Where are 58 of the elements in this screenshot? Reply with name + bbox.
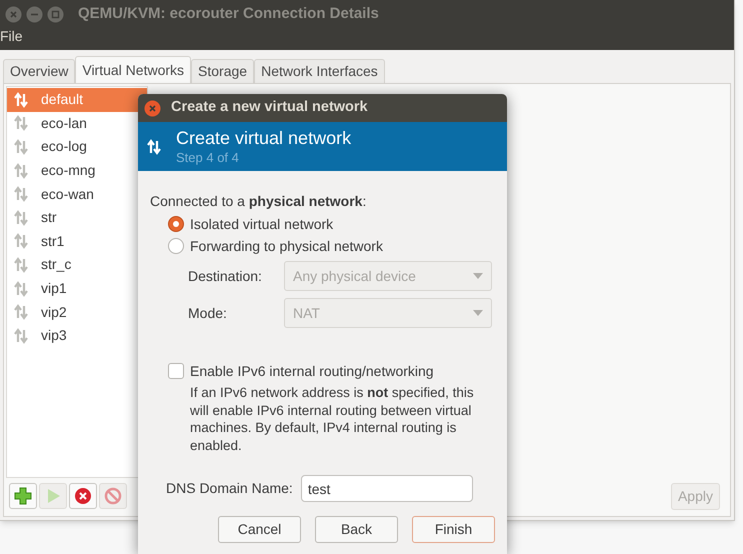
network-icon — [13, 186, 29, 202]
dialog-button[interactable]: Back — [315, 516, 398, 543]
radio-option[interactable]: Forwarding to physical network — [168, 235, 495, 257]
network-list-item[interactable]: eco-wan — [7, 182, 147, 206]
network-list-item[interactable]: str1 — [7, 230, 147, 254]
tab[interactable]: Network Interfaces — [254, 59, 385, 83]
dialog-button[interactable]: Cancel — [218, 516, 301, 543]
network-icon — [13, 233, 29, 250]
network-list-item[interactable]: vip3 — [7, 324, 147, 348]
network-list-item[interactable]: eco-mng — [7, 158, 147, 182]
network-icon — [13, 304, 29, 320]
dropdown-arrow-icon — [473, 310, 483, 316]
ipv6-note: If an IPv6 network address is not specified, this will enable IPv6 internal routing between virtual machines. By default, IPv4 internal routing is enabled. — [190, 384, 475, 454]
network-icon — [13, 162, 29, 179]
network-icon — [146, 138, 162, 154]
dialog-button[interactable]: Finish — [412, 516, 495, 543]
delete-icon — [74, 487, 92, 505]
network-icon — [13, 92, 29, 108]
tab[interactable]: Storage — [191, 59, 254, 83]
field-label: Mode: — [188, 304, 228, 322]
network-icon — [13, 210, 29, 226]
plus-icon — [14, 487, 32, 505]
add-button[interactable] — [9, 483, 37, 509]
network-list-item[interactable]: eco-log — [7, 135, 147, 159]
network-list-item[interactable]: vip2 — [7, 300, 147, 324]
close-window-icon[interactable] — [5, 6, 22, 22]
dns-input-field[interactable]: test — [300, 475, 473, 502]
ipv6-checkbox-option[interactable]: Enable IPv6 internal routing/networking — [168, 360, 495, 382]
network-icon — [13, 328, 29, 344]
minimize-window-icon[interactable] — [26, 6, 43, 22]
section-label: Connected to a physical network: — [150, 192, 368, 211]
stop-icon — [104, 487, 122, 505]
radio-option[interactable]: Isolated virtual network — [168, 213, 495, 235]
dns-label: DNS Domain Name: — [166, 479, 293, 498]
dialog-title: Create a new virtual network — [171, 98, 368, 118]
field-label: Destination: — [188, 266, 263, 286]
delete-button[interactable] — [69, 483, 97, 509]
window-title: QEMU/KVM: ecorouter Connection Details — [78, 4, 379, 24]
network-icon — [13, 138, 29, 155]
tab[interactable]: Overview — [3, 59, 76, 83]
menu-item[interactable]: File — [0, 26, 23, 50]
wizard-step: Step 4 of 4 — [176, 150, 352, 166]
network-list-item[interactable]: str_c — [7, 253, 147, 277]
close-icon[interactable] — [144, 100, 161, 116]
maximize-window-icon[interactable] — [47, 6, 64, 22]
network-list-item[interactable]: str — [7, 206, 147, 230]
network-list-item[interactable]: vip1 — [7, 276, 147, 300]
network-list-item[interactable]: eco-lan — [7, 112, 147, 136]
dropdown-arrow-icon — [473, 273, 483, 279]
network-icon — [13, 256, 29, 273]
wizard-title: Create virtual network — [176, 127, 352, 150]
radio-button[interactable] — [168, 238, 184, 254]
network-icon — [13, 115, 29, 132]
tab[interactable]: Virtual Networks — [75, 56, 192, 83]
radio-button[interactable] — [168, 216, 184, 232]
play-icon — [45, 488, 61, 504]
network-icon — [13, 280, 29, 297]
checkbox[interactable] — [168, 363, 184, 379]
